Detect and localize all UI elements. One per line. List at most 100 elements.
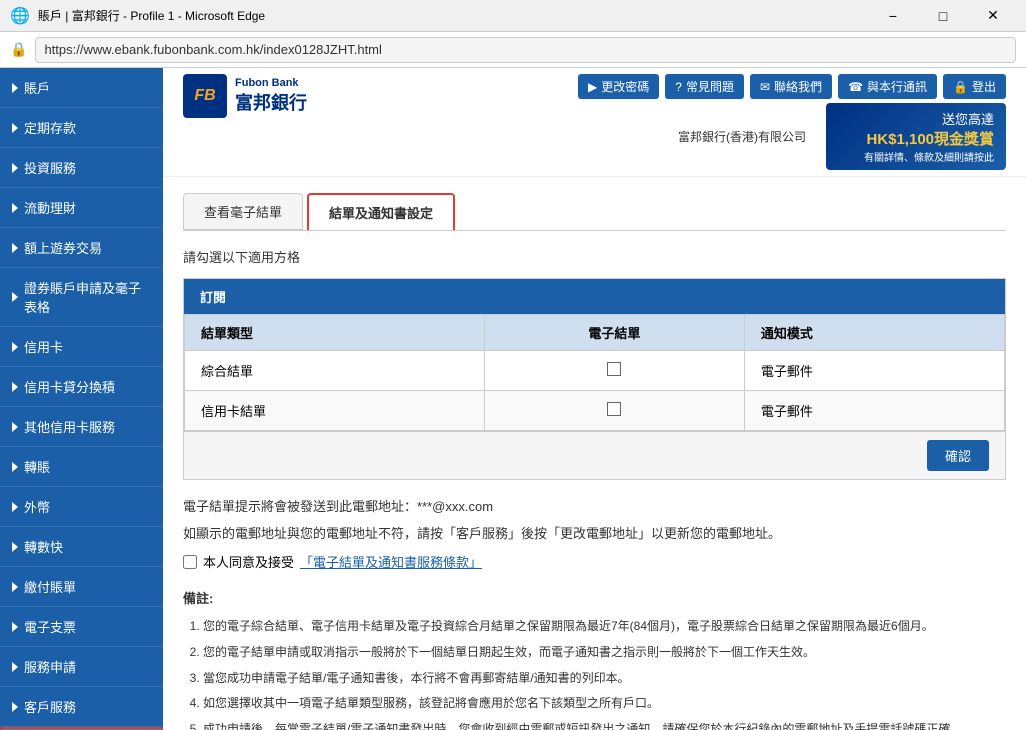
titlebar: 🌐 賬戶 | 富邦銀行 - Profile 1 - Microsoft Edge… — [0, 0, 1026, 32]
confirm-row: 確認 — [184, 431, 1005, 479]
sidebar-item-accounts[interactable]: 賬戶 — [0, 68, 163, 108]
col-e-statement: 電子結單 — [484, 315, 744, 351]
notes-title: 備註: — [183, 587, 1006, 610]
order-header: 訂閱 — [184, 279, 1005, 314]
sidebar-item-foreign-currency[interactable]: 外幣 — [0, 487, 163, 527]
notify-type-2: 電子郵件 — [744, 391, 1004, 431]
notes-list: 您的電子綜合結單、電子信用卡結單及電子投資綜合月結單之保留期限為最近7年(84個… — [183, 616, 1006, 730]
sidebar-label: 額上遊券交易 — [24, 238, 102, 257]
sidebar-item-mobile-banking[interactable]: 流動理財 — [0, 188, 163, 228]
sidebar-item-transfer[interactable]: 轉賬 — [0, 447, 163, 487]
addressbar: 🔒 — [0, 32, 1026, 68]
contact-us-button[interactable]: ✉ 聯絡我們 — [750, 74, 832, 99]
logout-button[interactable]: 🔒 登出 — [943, 74, 1006, 99]
communication-button[interactable]: ☎ 與本行通訊 — [838, 74, 937, 99]
table-row: 信用卡結單 電子郵件 — [185, 391, 1005, 431]
content-area: FB Fubon Bank 富邦銀行 ▶ 更改密碼 ? 常見問題 — [163, 68, 1026, 730]
sidebar-label: 定期存款 — [24, 118, 76, 137]
tab-bar: 查看毫子結單 結單及通知書設定 — [183, 193, 1006, 231]
company-name: 富邦銀行(香港)有限公司 — [678, 128, 806, 145]
sidebar-item-customer-service[interactable]: 客戶服務 — [0, 687, 163, 727]
e-statement-checkbox-1[interactable] — [607, 362, 621, 376]
maximize-button[interactable]: □ — [920, 1, 966, 31]
lock-icon: 🔒 — [953, 80, 968, 94]
tab-settings[interactable]: 結單及通知書設定 — [307, 193, 455, 230]
sidebar-item-credit-card-points[interactable]: 信用卡貸分換積 — [0, 367, 163, 407]
tab-view-statement[interactable]: 查看毫子結單 — [183, 193, 303, 230]
sidebar-label: 信用卡 — [24, 337, 63, 356]
sidebar-label: 電子支票 — [24, 617, 76, 636]
order-section: 訂閱 結單類型 電子結單 通知模式 綜合結單 — [183, 278, 1006, 480]
sidebar-item-investment[interactable]: 投資服務 — [0, 148, 163, 188]
address-input[interactable] — [35, 37, 1016, 63]
sidebar-item-service-application[interactable]: 服務申請 — [0, 647, 163, 687]
close-button[interactable]: ✕ — [970, 1, 1016, 31]
play-icon: ▶ — [588, 80, 597, 94]
sidebar-item-bill-payment[interactable]: 繳付賬單 — [0, 567, 163, 607]
arrow-icon — [12, 582, 18, 592]
arrow-icon — [12, 292, 18, 302]
sidebar-label: 轉賬 — [24, 457, 50, 476]
sidebar-label: 信用卡貸分換積 — [24, 377, 115, 396]
sidebar-item-securities-trading[interactable]: 額上遊券交易 — [0, 228, 163, 268]
header-right: ▶ 更改密碼 ? 常見問題 ✉ 聯絡我們 ☎ 與本行通訊 — [578, 74, 1006, 170]
change-password-button[interactable]: ▶ 更改密碼 — [578, 74, 659, 99]
mail-icon: ✉ — [760, 80, 770, 94]
sidebar-label: 賬戶 — [24, 78, 50, 97]
arrow-icon — [12, 502, 18, 512]
header-buttons: ▶ 更改密碼 ? 常見問題 ✉ 聯絡我們 ☎ 與本行通訊 — [578, 74, 1006, 99]
arrow-icon — [12, 662, 18, 672]
logo-icon: FB — [183, 74, 227, 118]
table-row: 綜合結單 電子郵件 — [185, 351, 1005, 391]
agree-row: 本人同意及接受 「電子結單及通知書服務條款」 — [183, 552, 1006, 571]
page-content: 查看毫子結單 結單及通知書設定 請勾選以下適用方格 訂閱 結單類型 電子結單 通… — [163, 177, 1026, 730]
sidebar-label: 客戶服務 — [24, 697, 76, 716]
titlebar-text: 賬戶 | 富邦銀行 - Profile 1 - Microsoft Edge — [38, 7, 265, 24]
checkbox-cell-1[interactable] — [484, 351, 744, 391]
minimize-button[interactable]: − — [870, 1, 916, 31]
e-statement-checkbox-2[interactable] — [607, 402, 621, 416]
lock-icon: 🔒 — [10, 41, 27, 58]
agree-checkbox[interactable] — [183, 555, 197, 569]
faq-button[interactable]: ? 常見問題 — [665, 74, 744, 99]
sidebar-item-other-credit[interactable]: 其他信用卡服務 — [0, 407, 163, 447]
email-notice-1: 電子結單提示將會被發送到此電郵地址：***@xxx.com — [183, 496, 1006, 515]
notes-section: 備註: 您的電子綜合結單、電子信用卡結單及電子投資綜合月結單之保留期限為最近7年… — [183, 587, 1006, 730]
sidebar-label: 其他信用卡服務 — [24, 417, 115, 436]
agree-label: 本人同意及接受 — [203, 552, 294, 571]
checkbox-cell-2[interactable] — [484, 391, 744, 431]
arrow-icon — [12, 83, 18, 93]
arrow-icon — [12, 422, 18, 432]
terms-link[interactable]: 「電子結單及通知書服務條款」 — [300, 552, 482, 571]
arrow-icon — [12, 123, 18, 133]
sidebar-item-e-cheque[interactable]: 電子支票 — [0, 607, 163, 647]
sidebar-label: 投資服務 — [24, 158, 76, 177]
row-type-2: 信用卡結單 — [185, 391, 485, 431]
order-table: 結單類型 電子結單 通知模式 綜合結單 電子郵件 — [184, 314, 1005, 431]
list-item: 如您選擇收其中一項電子結單類型服務，該登記將會應用於您名下該類型之所有戶口。 — [203, 693, 1006, 715]
titlebar-controls: − □ ✕ — [870, 1, 1016, 31]
sidebar-label: 繳付賬單 — [24, 577, 76, 596]
sidebar-label: 服務申請 — [24, 657, 76, 676]
sidebar-label: 證券賬戶申請及毫子表格 — [24, 278, 151, 316]
sidebar-item-securities-account[interactable]: 證券賬戶申請及毫子表格 — [0, 268, 163, 327]
sidebar-item-fps[interactable]: 轉數快 — [0, 527, 163, 567]
logo-area: FB Fubon Bank 富邦銀行 — [183, 74, 307, 118]
banner-text: 送您高達 — [838, 109, 994, 128]
sidebar-label: 外幣 — [24, 497, 50, 516]
top-header: FB Fubon Bank 富邦銀行 ▶ 更改密碼 ? 常見問題 — [163, 68, 1026, 177]
logo-text: Fubon Bank 富邦銀行 — [235, 77, 307, 115]
row-type-1: 綜合結單 — [185, 351, 485, 391]
list-item: 成功申請後，每當電子結單/電子通知書發出時，您會收到經由電郵或短訊發出之通知。請… — [203, 719, 1006, 730]
sidebar-item-fixed-deposit[interactable]: 定期存款 — [0, 108, 163, 148]
main-layout: 賬戶 定期存款 投資服務 流動理財 額上遊券交易 證券賬戶申請及毫子表格 信用卡 — [0, 68, 1026, 730]
arrow-icon — [12, 342, 18, 352]
confirm-button[interactable]: 確認 — [927, 440, 989, 471]
banner-amount: HK$1,100現金獎賞 — [838, 128, 994, 149]
sidebar-item-credit-card[interactable]: 信用卡 — [0, 327, 163, 367]
list-item: 您的電子綜合結單、電子信用卡結單及電子投資綜合月結單之保留期限為最近7年(84個… — [203, 616, 1006, 638]
logo-chinese: 富邦銀行 — [235, 89, 307, 115]
browser-icon: 🌐 — [10, 6, 30, 26]
email-notice-2: 如顯示的電郵地址與您的電郵地址不符，請按「客戶服務」後按「更改電郵地址」以更新您… — [183, 523, 1006, 542]
arrow-icon — [12, 163, 18, 173]
